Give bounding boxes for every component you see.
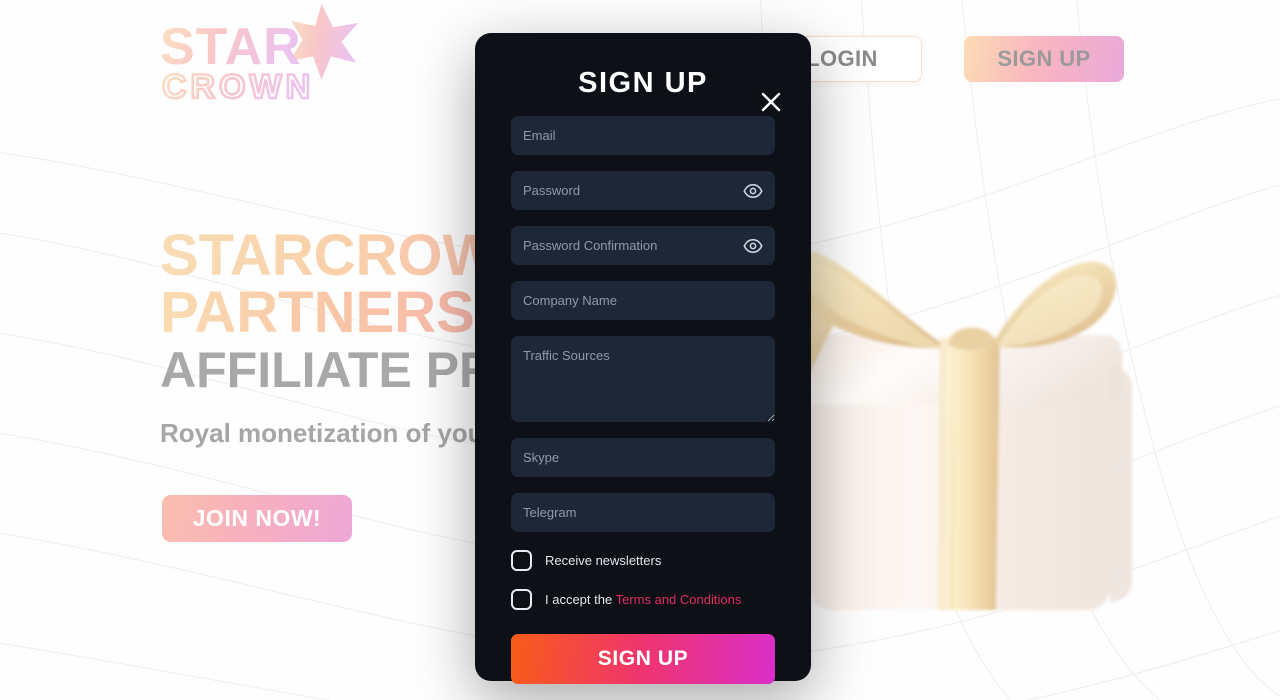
- modal-title: SIGN UP: [578, 67, 708, 99]
- terms-and-conditions-link[interactable]: Terms and Conditions: [616, 592, 742, 607]
- join-now-button[interactable]: JOIN NOW!: [162, 495, 352, 542]
- telegram-input[interactable]: [511, 493, 775, 532]
- terms-checkbox[interactable]: [511, 589, 532, 610]
- newsletter-checkbox[interactable]: [511, 550, 532, 571]
- traffic-sources-textarea[interactable]: [511, 336, 775, 422]
- skype-input[interactable]: [511, 438, 775, 477]
- password-input[interactable]: [511, 171, 775, 210]
- email-field-wrapper: [511, 116, 775, 155]
- email-input[interactable]: [511, 116, 775, 155]
- newsletter-label: Receive newsletters: [545, 553, 662, 568]
- password-confirmation-input[interactable]: [511, 226, 775, 265]
- signup-submit-button[interactable]: SIGN UP: [511, 634, 775, 684]
- gift-box-illustration: [790, 248, 1132, 610]
- newsletter-checkbox-row[interactable]: Receive newsletters: [511, 550, 775, 571]
- terms-checkbox-row[interactable]: I accept the Terms and Conditions: [511, 589, 775, 610]
- eye-icon-password-confirmation[interactable]: [741, 234, 765, 258]
- eye-icon-password[interactable]: [741, 179, 765, 203]
- company-name-input[interactable]: [511, 281, 775, 320]
- terms-label: I accept the Terms and Conditions: [545, 592, 741, 607]
- telegram-field-wrapper: [511, 493, 775, 532]
- close-icon[interactable]: [756, 87, 786, 117]
- svg-text:CROWN: CROWN: [162, 68, 314, 106]
- site-logo[interactable]: STAR CROWN: [160, 2, 360, 107]
- password-confirmation-field-wrapper: [511, 226, 775, 265]
- company-name-field-wrapper: [511, 281, 775, 320]
- signup-button-header[interactable]: SIGN UP: [964, 36, 1124, 82]
- terms-prefix-text: I accept the: [545, 592, 616, 607]
- password-field-wrapper: [511, 171, 775, 210]
- signup-modal: SIGN UP Email Password Password Confirma…: [475, 33, 811, 684]
- traffic-sources-field-wrapper: [511, 336, 775, 422]
- skype-field-wrapper: [511, 438, 775, 477]
- header-actions: LOGIN SIGN UP: [762, 36, 1124, 82]
- page-root: STAR CROWN LOGIN SIGN UP STARCROWN PARTN…: [0, 0, 1280, 700]
